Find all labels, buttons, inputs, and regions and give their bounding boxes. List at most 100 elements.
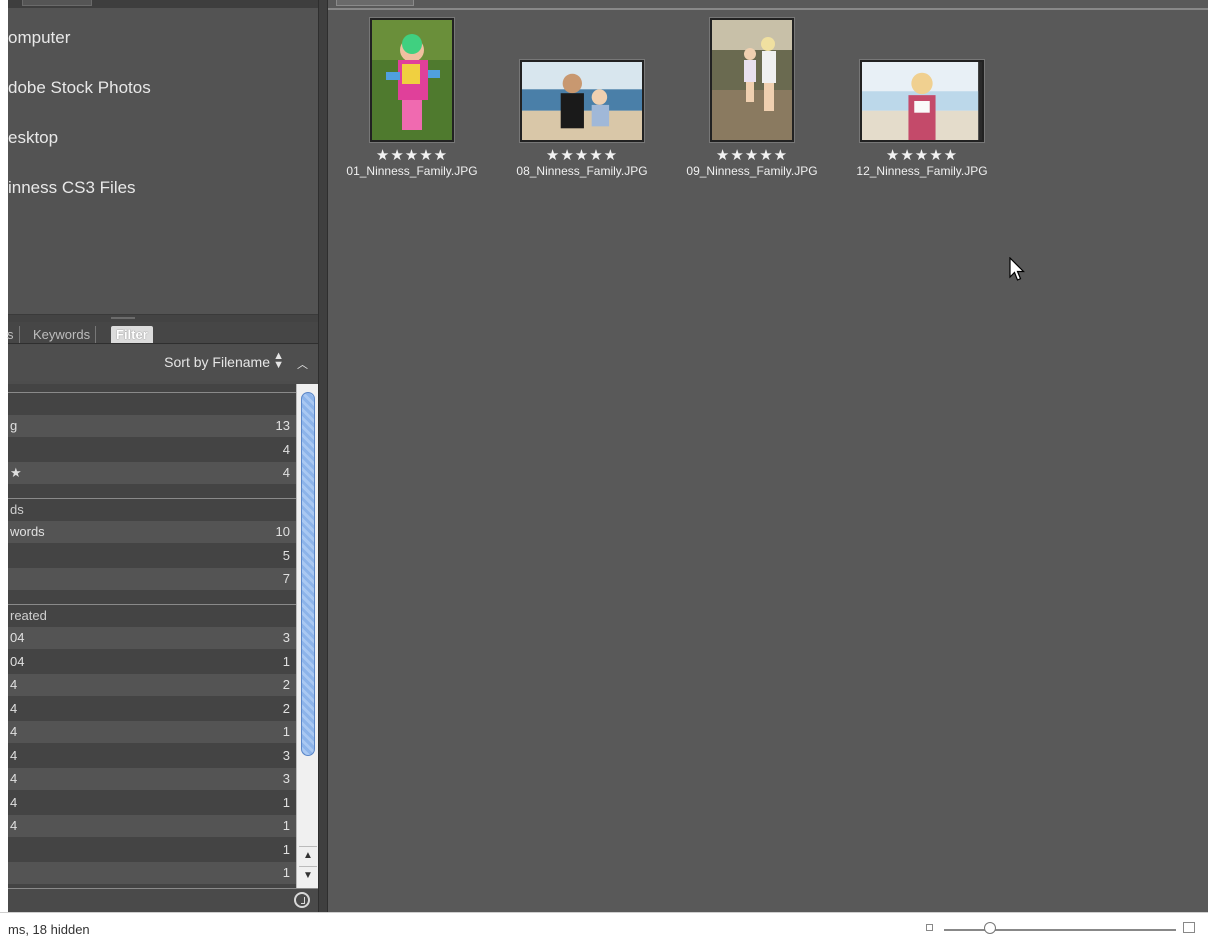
filter-row-label: 4 xyxy=(10,700,18,716)
filter-row-label: 4 xyxy=(10,818,18,833)
filter-category-label: ds xyxy=(10,502,24,517)
splitter-grip[interactable] xyxy=(111,317,135,319)
item-count-status: ms, 18 hidden xyxy=(8,922,90,937)
scroll-down-arrow-icon[interactable]: ▼ xyxy=(299,866,317,884)
thumbnail-image[interactable] xyxy=(520,60,644,142)
thumbnail-filename[interactable]: 08_Ninness_Family.JPG xyxy=(502,165,662,178)
filter-row-count: 3 xyxy=(282,771,290,786)
filter-row[interactable]: 41 xyxy=(8,815,296,837)
filter-row-label: ★ xyxy=(10,465,22,480)
filter-row[interactable]: words 10 xyxy=(8,521,296,543)
filter-tabbar: s Keywords Filter xyxy=(7,322,318,344)
filter-row[interactable]: 04 3 xyxy=(8,627,296,649)
filter-row-count: 3 xyxy=(282,630,290,645)
rating-stars[interactable]: ★★★★★ xyxy=(672,146,832,164)
thumbnail-filename[interactable]: 12_Ninness_Family.JPG xyxy=(842,165,1002,178)
content-area: ★★★★★ 01_Ninness_Family.JPG ★★★★★ 08_Ninnes… xyxy=(328,0,1208,912)
status-bar: ms, 18 hidden xyxy=(0,912,1208,941)
favorites-tab-strip xyxy=(8,0,318,8)
thumbnail-image[interactable] xyxy=(710,18,794,142)
filter-row-label: 4 xyxy=(10,771,18,786)
filter-row[interactable]: 7 xyxy=(8,568,296,590)
filter-row[interactable]: ★ 4 xyxy=(8,462,296,484)
tab-filter[interactable]: Filter xyxy=(111,326,153,343)
filter-row[interactable]: 43 xyxy=(8,745,296,767)
slider-knob[interactable] xyxy=(984,922,997,934)
filter-row-label: 4 xyxy=(10,724,18,739)
filter-row-count: 4 xyxy=(282,465,290,480)
filter-row[interactable]: 41 xyxy=(8,721,296,743)
filter-row-count: 2 xyxy=(282,677,290,692)
tab-metadata[interactable]: s xyxy=(2,326,20,343)
thumbnail-filename[interactable]: 09_Ninness_Family.JPG xyxy=(672,165,832,178)
filter-row-count: 1 xyxy=(282,653,290,669)
zoom-small-icon[interactable] xyxy=(926,924,933,931)
panel-divider[interactable] xyxy=(318,0,328,912)
filter-footer xyxy=(8,888,318,912)
sort-direction-icon[interactable]: ▲ ▼ xyxy=(273,351,284,371)
filter-scrollbar[interactable]: ▲ ▼ xyxy=(296,384,318,888)
filter-row[interactable]: 42 xyxy=(8,674,296,696)
filter-row-label: 4 xyxy=(10,677,18,692)
filter-row-count: 1 xyxy=(282,841,290,857)
scroll-up-arrow-icon[interactable]: ▲ xyxy=(299,846,317,864)
sort-by-dropdown[interactable]: Sort by Filename xyxy=(164,354,270,370)
collapse-icon[interactable]: ︿ xyxy=(297,356,308,372)
filter-row-count: 7 xyxy=(282,571,290,586)
scrollbar-thumb[interactable] xyxy=(301,392,315,756)
filter-row-count: 13 xyxy=(275,418,290,433)
filter-row[interactable]: g 13 xyxy=(8,415,296,437)
filter-row-count: 3 xyxy=(282,747,290,763)
filter-row[interactable]: 5 xyxy=(8,545,296,567)
filter-row-label: words xyxy=(10,524,45,539)
rating-stars[interactable]: ★★★★★ xyxy=(332,146,492,164)
panel-splitter[interactable] xyxy=(8,314,318,322)
filter-row-label: 04 xyxy=(10,630,25,645)
mouse-cursor-icon xyxy=(1009,257,1025,281)
thumbnail-size-slider[interactable] xyxy=(944,929,1176,931)
filter-row-count: 5 xyxy=(282,547,290,563)
thumbnail-item[interactable]: ★★★★★ 09_Ninness_Family.JPG xyxy=(672,0,832,200)
clear-filter-icon[interactable] xyxy=(294,892,310,908)
filter-row[interactable]: 43 xyxy=(8,768,296,790)
thumbnail-item[interactable]: ★★★★★ 01_Ninness_Family.JPG xyxy=(332,0,492,200)
filter-row[interactable]: 4 xyxy=(8,439,296,461)
thumbnail-item[interactable]: ★★★★★ 08_Ninness_Family.JPG xyxy=(502,0,662,200)
filter-row[interactable]: 41 xyxy=(8,792,296,814)
tab-keywords[interactable]: Keywords xyxy=(28,326,97,343)
rating-stars[interactable]: ★★★★★ xyxy=(502,146,662,164)
left-panel: omputer dobe Stock Photos esktop inness … xyxy=(7,0,318,912)
filter-row[interactable]: 1 xyxy=(8,839,296,861)
thumbnail-filename[interactable]: 01_Ninness_Family.JPG xyxy=(332,165,492,178)
favorite-item-ninness-cs3-files[interactable]: inness CS3 Files xyxy=(8,174,308,202)
filter-row-count: 10 xyxy=(275,524,290,539)
filter-row[interactable]: 1 xyxy=(8,862,296,884)
favorite-item-desktop[interactable]: esktop xyxy=(8,124,308,152)
filter-row-count: 2 xyxy=(282,700,290,716)
filter-row-count: 4 xyxy=(282,441,290,457)
thumbnail-image[interactable] xyxy=(370,18,454,142)
filter-row-count: 1 xyxy=(282,794,290,810)
filter-category-header[interactable]: ds xyxy=(8,498,296,520)
thumbnail-image[interactable] xyxy=(860,60,984,142)
filter-row-count: 1 xyxy=(282,818,290,833)
filter-category-header[interactable] xyxy=(8,392,296,414)
filter-row-label: g xyxy=(10,418,18,433)
filter-row-label: 4 xyxy=(10,794,18,810)
filter-category-header[interactable]: reated xyxy=(8,604,296,626)
filter-list: g 13 4 ★ 4 ds words 10 5 7 reated 04 3 04 1 4 2 4 2 4 1 4 3 4 3 4… xyxy=(8,384,296,888)
filter-row-label: 04 xyxy=(10,653,25,669)
rating-stars[interactable]: ★★★★★ xyxy=(842,146,1002,164)
favorite-item-computer[interactable]: omputer xyxy=(8,24,308,52)
filter-row-count: 1 xyxy=(282,724,290,739)
sort-bar: Sort by Filename ▲ ▼ ︿ xyxy=(8,345,318,381)
filter-category-label: reated xyxy=(10,608,47,623)
zoom-large-icon[interactable] xyxy=(1183,922,1195,933)
filter-row-label: 4 xyxy=(10,747,18,763)
filter-row[interactable]: 42 xyxy=(8,698,296,720)
favorites-panel: omputer dobe Stock Photos esktop inness … xyxy=(8,8,318,314)
thumbnail-item[interactable]: ★★★★★ 12_Ninness_Family.JPG xyxy=(842,0,1002,200)
favorites-tab[interactable] xyxy=(22,0,92,6)
filter-row[interactable]: 04 1 xyxy=(8,651,296,673)
favorite-item-adobe-stock-photos[interactable]: dobe Stock Photos xyxy=(8,74,308,102)
